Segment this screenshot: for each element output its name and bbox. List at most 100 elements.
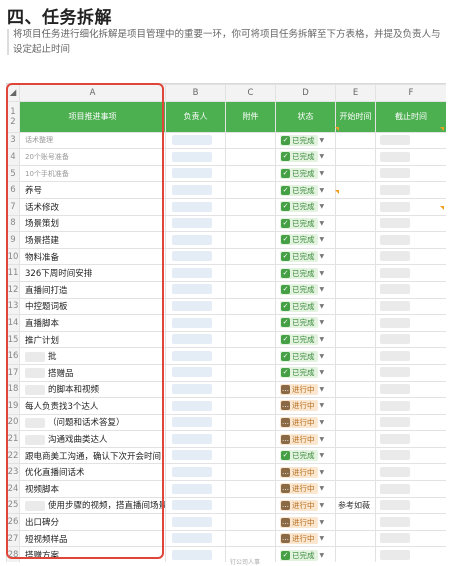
start-cell[interactable]	[335, 513, 376, 531]
row-number[interactable]: 23	[6, 463, 20, 482]
chevron-down-icon[interactable]: ▼	[320, 236, 325, 243]
end-cell[interactable]	[375, 347, 446, 365]
status-cell[interactable]: ✓ 已完成 ▼	[275, 446, 336, 465]
end-cell[interactable]	[375, 247, 446, 266]
row-number[interactable]: 20	[6, 413, 20, 432]
attachment-cell[interactable]	[225, 280, 276, 299]
attachment-cell[interactable]	[225, 197, 276, 216]
end-cell[interactable]	[375, 164, 446, 183]
owner-cell[interactable]	[165, 280, 226, 299]
status-cell[interactable]: ✓ 已完成 ▼	[275, 546, 336, 562]
header-owner[interactable]: 负责人	[165, 100, 226, 133]
chevron-down-icon[interactable]: ▼	[320, 319, 325, 326]
status-tag[interactable]: ✓ 已完成	[280, 367, 318, 379]
row-number[interactable]: 8	[6, 214, 20, 233]
spreadsheet[interactable]: ◢ A B C D E F 12 项目推进事项 负责人 附件 状态 开始时间 截…	[6, 83, 446, 562]
status-tag[interactable]: ✓ 已完成	[280, 234, 318, 246]
row-number[interactable]: 25	[6, 496, 20, 515]
attachment-cell[interactable]	[225, 148, 276, 166]
end-cell[interactable]	[375, 496, 446, 515]
col-letter[interactable]: A	[19, 84, 166, 102]
header-attachment[interactable]: 附件	[225, 100, 276, 133]
chevron-down-icon[interactable]: ▼	[320, 286, 325, 293]
status-tag[interactable]: … 进行中	[280, 483, 318, 495]
attachment-cell[interactable]	[225, 480, 276, 498]
attachment-cell[interactable]	[225, 264, 276, 282]
status-cell[interactable]: ✓ 已完成 ▼	[275, 164, 336, 183]
status-tag[interactable]: … 进行中	[280, 416, 318, 428]
owner-cell[interactable]	[165, 264, 226, 282]
row-number[interactable]: 15	[6, 330, 20, 349]
owner-cell[interactable]	[165, 446, 226, 465]
attachment-cell[interactable]	[225, 181, 276, 199]
row-number[interactable]: 19	[6, 397, 20, 415]
task-cell[interactable]: 直播脚本	[19, 314, 166, 332]
end-cell[interactable]	[375, 330, 446, 349]
col-letter[interactable]: F	[375, 84, 446, 102]
task-cell[interactable]: 沟通戏曲类达人	[19, 430, 166, 448]
chevron-down-icon[interactable]: ▼	[320, 170, 325, 177]
status-tag[interactable]: ✓ 已完成	[280, 300, 318, 312]
status-tag[interactable]: … 进行中	[280, 400, 318, 412]
attachment-cell[interactable]	[225, 397, 276, 415]
task-cell[interactable]: 视频脚本	[19, 480, 166, 498]
row-number[interactable]: 7	[6, 197, 20, 216]
status-cell[interactable]: ✓ 已完成 ▼	[275, 247, 336, 266]
status-cell[interactable]: … 进行中 ▼	[275, 496, 336, 515]
status-tag[interactable]: … 进行中	[280, 516, 318, 528]
start-cell[interactable]	[335, 231, 376, 249]
chevron-down-icon[interactable]: ▼	[320, 303, 325, 310]
task-cell[interactable]: 话术整理	[19, 131, 166, 150]
status-cell[interactable]: … 进行中 ▼	[275, 513, 336, 531]
task-cell[interactable]: 推广计划	[19, 330, 166, 349]
chevron-down-icon[interactable]: ▼	[320, 253, 325, 260]
status-cell[interactable]: ✓ 已完成 ▼	[275, 148, 336, 166]
attachment-cell[interactable]	[225, 247, 276, 266]
status-tag[interactable]: ✓ 已完成	[280, 168, 318, 180]
owner-cell[interactable]	[165, 496, 226, 515]
start-cell[interactable]	[335, 480, 376, 498]
chevron-down-icon[interactable]: ▼	[320, 336, 325, 343]
end-cell[interactable]	[375, 148, 446, 166]
status-cell[interactable]: … 进行中 ▼	[275, 430, 336, 448]
status-tag[interactable]: ✓ 已完成	[280, 134, 318, 146]
task-cell[interactable]: 批	[19, 347, 166, 365]
start-cell[interactable]	[335, 430, 376, 448]
start-cell[interactable]	[335, 131, 376, 150]
task-cell[interactable]: 326下周时间安排	[19, 264, 166, 282]
chevron-down-icon[interactable]: ▼	[320, 469, 325, 476]
start-cell[interactable]	[335, 247, 376, 266]
chevron-down-icon[interactable]: ▼	[320, 485, 325, 492]
end-cell[interactable]	[375, 197, 446, 216]
owner-cell[interactable]	[165, 164, 226, 183]
row-number[interactable]: 9	[6, 231, 20, 249]
row-number[interactable]: 27	[6, 529, 20, 548]
row-number[interactable]: 17	[6, 363, 20, 382]
task-cell[interactable]: 中控题词板	[19, 297, 166, 316]
chevron-down-icon[interactable]: ▼	[320, 419, 325, 426]
row-number[interactable]: 12	[6, 100, 20, 133]
status-cell[interactable]: ✓ 已完成 ▼	[275, 264, 336, 282]
owner-cell[interactable]	[165, 197, 226, 216]
status-tag[interactable]: ✓ 已完成	[280, 350, 318, 362]
chevron-down-icon[interactable]: ▼	[320, 402, 325, 409]
start-cell[interactable]	[335, 347, 376, 365]
status-tag[interactable]: … 进行中	[280, 533, 318, 545]
attachment-cell[interactable]	[225, 314, 276, 332]
owner-cell[interactable]	[165, 231, 226, 249]
chevron-down-icon[interactable]: ▼	[320, 187, 325, 194]
owner-cell[interactable]	[165, 214, 226, 233]
end-cell[interactable]	[375, 397, 446, 415]
status-cell[interactable]: … 进行中 ▼	[275, 397, 336, 415]
owner-cell[interactable]	[165, 347, 226, 365]
owner-cell[interactable]	[165, 247, 226, 266]
start-cell[interactable]	[335, 297, 376, 316]
owner-cell[interactable]	[165, 480, 226, 498]
task-cell[interactable]: 直播间打造	[19, 280, 166, 299]
end-cell[interactable]	[375, 413, 446, 432]
chevron-down-icon[interactable]: ▼	[320, 519, 325, 526]
status-cell[interactable]: ✓ 已完成 ▼	[275, 197, 336, 216]
end-cell[interactable]	[375, 280, 446, 299]
row-number[interactable]: 13	[6, 297, 20, 316]
header-end[interactable]: 截止时间	[375, 100, 446, 133]
